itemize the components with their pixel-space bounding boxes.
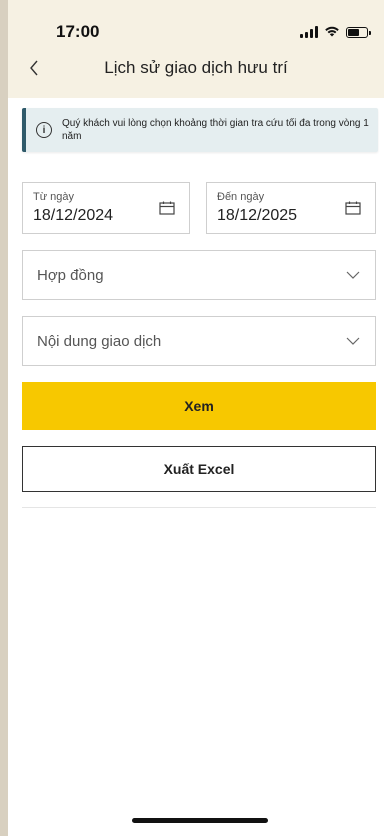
- date-to-field[interactable]: Đến ngày 18/12/2025: [206, 182, 376, 234]
- divider: [22, 507, 376, 508]
- status-time: 17:00: [56, 22, 100, 41]
- chevron-down-icon: [346, 337, 360, 345]
- home-indicator: [132, 818, 268, 823]
- status-icons: [300, 24, 371, 40]
- date-to-label: Đến ngày: [217, 191, 265, 203]
- info-message: Quý khách vui lòng chọn khoảng thời gian…: [62, 118, 369, 142]
- info-icon: i: [36, 122, 52, 138]
- status-bar: 17:00: [8, 0, 384, 48]
- battery-icon: [346, 26, 371, 38]
- chevron-down-icon: [346, 271, 360, 279]
- contract-select-value: Hợp đồng: [37, 267, 104, 284]
- nav-bar: Lịch sử giao dịch hưu trí: [8, 52, 384, 88]
- calendar-icon[interactable]: [159, 201, 175, 215]
- date-to-value: 18/12/2025: [217, 207, 298, 224]
- page-title: Lịch sử giao dịch hưu trí: [104, 58, 288, 77]
- transaction-content-select[interactable]: Nội dung giao dịch: [22, 316, 376, 366]
- app-screen: 17:00 Lịch sử giao dịch hưu trí i Quý kh…: [8, 0, 384, 836]
- date-from-value: 18/12/2024: [33, 207, 114, 224]
- contract-select[interactable]: Hợp đồng: [22, 250, 376, 300]
- export-excel-button[interactable]: Xuất Excel: [22, 446, 376, 492]
- info-banner: i Quý khách vui lòng chọn khoảng thời gi…: [22, 108, 378, 152]
- signal-icon: [300, 26, 318, 38]
- date-from-label: Từ ngày: [33, 191, 74, 203]
- calendar-icon[interactable]: [345, 201, 361, 215]
- transaction-select-value: Nội dung giao dịch: [37, 333, 162, 350]
- view-button[interactable]: Xem: [22, 382, 376, 430]
- date-from-field[interactable]: Từ ngày 18/12/2024: [22, 182, 190, 234]
- wifi-icon: [324, 24, 340, 40]
- header-area: 17:00 Lịch sử giao dịch hưu trí: [8, 0, 384, 98]
